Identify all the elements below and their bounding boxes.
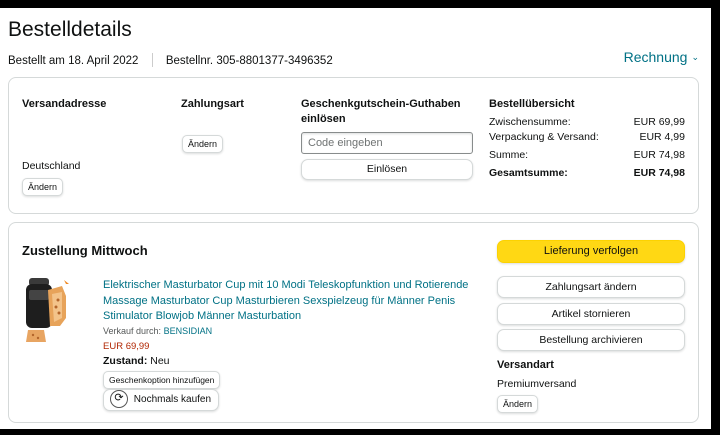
seller-link[interactable]: BENSIDIAN (164, 326, 213, 336)
summary-label: Summe: (489, 149, 529, 161)
redeem-button[interactable]: Einlösen (301, 159, 473, 180)
archive-order-button[interactable]: Bestellung archivieren (497, 329, 685, 351)
chevron-down-icon: ⌄ (691, 52, 699, 62)
gift-card-heading-line2: einlösen (301, 113, 346, 125)
product-title-link[interactable]: Elektrischer Masturbator Cup mit 10 Modi… (103, 278, 501, 325)
change-address-button[interactable]: Ändern (22, 178, 64, 196)
condition-label: Zustand: (103, 355, 148, 367)
shipping-heading: Versandadresse (22, 98, 107, 110)
summary-row-shipping: Verpackung & Versand: EUR 4,99 (489, 131, 685, 143)
invoice-label: Rechnung (623, 49, 688, 65)
shipping-country: Deutschland (22, 160, 81, 172)
shipping-method-value: Premiumversand (497, 378, 577, 390)
cancel-items-button[interactable]: Artikel stornieren (497, 303, 685, 325)
change-payment-method-button[interactable]: Ändern (182, 135, 224, 153)
gift-card-heading-line1: Geschenkgutschein-Guthaben (301, 98, 461, 110)
summary-value: EUR 4,99 (639, 131, 685, 143)
summary-value: EUR 74,98 (633, 167, 685, 179)
meta-divider (151, 53, 153, 67)
change-shipping-method-button[interactable]: Ändern (497, 395, 539, 413)
order-date: Bestellt am 18. April 2022 (8, 55, 139, 67)
product-condition: Zustand: Neu (103, 355, 170, 367)
buy-again-icon: ⟳ (110, 389, 128, 408)
invoice-dropdown[interactable]: Rechnung ⌄ (624, 49, 699, 65)
summary-row-grand-total: Gesamtsumme: EUR 74,98 (489, 167, 685, 179)
summary-heading: Bestellübersicht (489, 98, 575, 110)
summary-label: Zwischensumme: (489, 116, 571, 128)
change-payment-button[interactable]: Zahlungsart ändern (497, 276, 685, 298)
summary-value: EUR 74,98 (633, 149, 685, 161)
page-title: Bestelldetails (8, 18, 132, 41)
order-meta: Bestellt am 18. April 2022 Bestellnr. 30… (8, 53, 333, 67)
shipping-method-heading: Versandart (497, 359, 554, 371)
sold-by-label: Verkauf durch: (103, 326, 162, 336)
buy-again-button[interactable]: ⟳ Nochmals kaufen (103, 389, 219, 411)
delivery-heading: Zustellung Mittwoch (22, 243, 148, 258)
summary-label: Verpackung & Versand: (489, 131, 599, 143)
product-image[interactable] (22, 272, 70, 346)
buy-again-label: Nochmals kaufen (133, 394, 212, 405)
condition-value: Neu (150, 355, 170, 367)
summary-label: Gesamtsumme: (489, 167, 568, 179)
track-delivery-button[interactable]: Lieferung verfolgen (497, 240, 685, 263)
summary-value: EUR 69,99 (633, 116, 685, 128)
payment-heading: Zahlungsart (181, 98, 244, 110)
sold-by: Verkauf durch: BENSIDIAN (103, 326, 212, 336)
order-number: Bestellnr. 305-8801377-3496352 (165, 55, 333, 67)
summary-row-total: Summe: EUR 74,98 (489, 149, 685, 161)
order-details-page: Bestelldetails Bestellt am 18. April 202… (0, 8, 711, 429)
product-price: EUR 69,99 (103, 341, 150, 352)
delivery-card: Zustellung Mittwoch Elektrischer Masturb… (8, 222, 699, 423)
gift-code-input[interactable] (301, 132, 473, 154)
add-gift-option-button[interactable]: Geschenkoption hinzufügen (103, 371, 221, 389)
order-info-card: Versandadresse Deutschland Ändern Zahlun… (8, 77, 699, 214)
summary-row-subtotal: Zwischensumme: EUR 69,99 (489, 116, 685, 128)
